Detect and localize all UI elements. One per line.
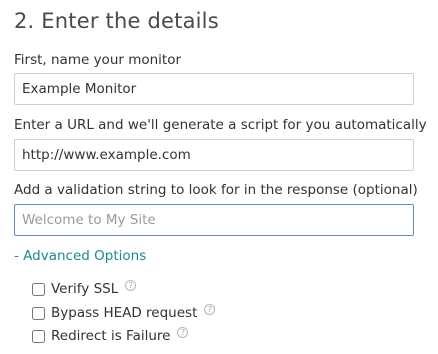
help-icon[interactable]: ? xyxy=(177,326,189,338)
help-icon[interactable]: ? xyxy=(125,279,137,291)
validation-string-label: Add a validation string to look for in t… xyxy=(14,182,418,198)
verify-ssl-option[interactable]: Verify SSL ? xyxy=(31,279,137,298)
url-input[interactable] xyxy=(14,139,414,171)
bypass-head-option[interactable]: Bypass HEAD request ? xyxy=(31,303,216,322)
monitor-details-form: 2. Enter the details First, name your mo… xyxy=(0,0,438,354)
verify-ssl-label: Verify SSL xyxy=(51,281,119,297)
verify-ssl-checkbox[interactable] xyxy=(32,282,45,296)
redirect-failure-label: Redirect is Failure xyxy=(51,328,171,344)
monitor-name-input[interactable] xyxy=(14,73,414,105)
help-icon[interactable]: ? xyxy=(204,303,216,315)
redirect-failure-checkbox[interactable] xyxy=(32,329,45,343)
bypass-head-label: Bypass HEAD request xyxy=(51,305,198,321)
section-heading: 2. Enter the details xyxy=(14,9,219,33)
bypass-head-checkbox[interactable] xyxy=(32,306,45,320)
advanced-options-toggle[interactable]: - Advanced Options xyxy=(14,248,146,264)
validation-string-input[interactable] xyxy=(14,204,414,236)
url-label: Enter a URL and we'll generate a script … xyxy=(14,117,427,133)
monitor-name-label: First, name your monitor xyxy=(14,52,182,68)
redirect-failure-option[interactable]: Redirect is Failure ? xyxy=(31,326,189,345)
